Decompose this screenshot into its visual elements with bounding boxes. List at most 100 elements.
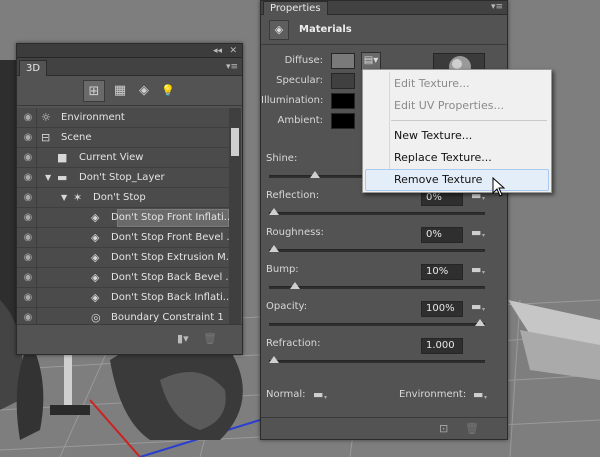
illumination-color-swatch[interactable] (331, 93, 355, 109)
3d-filter-toolbar: ⊞ ▦ ◈ 💡 (17, 76, 242, 106)
tree-row-material[interactable]: ◉ ◈ Don't Stop Back Bevel ... (17, 268, 229, 288)
light-filter-icon[interactable]: 💡 (157, 80, 179, 102)
specular-color-swatch[interactable] (331, 73, 355, 89)
scene-tree: ◉ ☼ Environment ◉ ⊟ Scene ◉ ■ Current Vi… (17, 108, 229, 324)
menu-item-remove-texture[interactable]: Remove Texture (394, 170, 482, 190)
tree-row-scene[interactable]: ◉ ⊟ Scene (17, 128, 229, 148)
trash-icon[interactable]: 🗑 (203, 332, 217, 345)
tree-row-label: Don't Stop Back Bevel ... (111, 272, 229, 283)
roughness-texture-folder-icon[interactable]: ▬ (471, 226, 486, 239)
tree-row-label: Don't Stop Extrusion M... (111, 252, 229, 263)
tree-row-material-selected[interactable]: ◉ ◈ Don't Stop Front Inflati... (17, 208, 229, 228)
visibility-eye-icon[interactable]: ◉ (21, 228, 35, 248)
material-icon[interactable]: ◈ (269, 20, 289, 40)
reflection-slider-thumb[interactable] (269, 208, 279, 215)
new-item-icon[interactable]: ▮▾ (177, 332, 189, 345)
properties-tabbar: Properties ▾≡ (261, 1, 507, 15)
tree-row-environment[interactable]: ◉ ☼ Environment (17, 108, 229, 128)
scene-icon: ⊟ (41, 131, 51, 144)
menu-item-edit-texture[interactable]: Edit Texture... (394, 74, 470, 94)
material-icon: ◈ (91, 211, 100, 224)
normal-label: Normal: (266, 389, 306, 400)
tree-row-material[interactable]: ◉ ◈ Don't Stop Back Inflati... (17, 288, 229, 308)
ambient-color-swatch[interactable] (331, 113, 355, 129)
visibility-eye-icon[interactable]: ◉ (21, 128, 35, 148)
visibility-eye-icon[interactable]: ◉ (21, 308, 35, 324)
visibility-eye-icon[interactable]: ◉ (21, 288, 35, 308)
tree-row-material[interactable]: ◉ ◈ Don't Stop Extrusion M... (17, 248, 229, 268)
expand-arrow-icon[interactable]: ▼ (45, 168, 51, 188)
tab-properties[interactable]: Properties (263, 1, 328, 15)
3d-panel-tabbar: 3D ▾≡ (17, 58, 242, 76)
collapse-panel-icon[interactable]: ◂◂ (213, 45, 222, 57)
environment-icon: ☼ (41, 111, 51, 124)
tree-row-label: Scene (61, 132, 92, 143)
tree-row-label: Don't Stop_Layer (79, 172, 165, 183)
refraction-slider[interactable] (269, 356, 485, 363)
ambient-label: Ambient: (277, 115, 324, 126)
visibility-eye-icon[interactable]: ◉ (21, 168, 35, 188)
close-panel-icon[interactable]: ✕ (229, 45, 237, 57)
camera-icon: ■ (57, 151, 68, 164)
bump-slider[interactable] (269, 282, 485, 289)
tree-row-current-view[interactable]: ◉ ■ Current View (17, 148, 229, 168)
tree-row-material[interactable]: ◉ ◈ Don't Stop Front Bevel ... (17, 228, 229, 248)
menu-item-edit-uv-properties[interactable]: Edit UV Properties... (394, 96, 504, 116)
menu-item-new-texture[interactable]: New Texture... (394, 126, 472, 146)
roughness-slider-thumb[interactable] (269, 245, 279, 252)
roughness-slider[interactable] (269, 245, 485, 252)
bump-label: Bump: (266, 264, 299, 275)
mesh-filter-icon[interactable]: ▦ (109, 80, 131, 102)
diffuse-texture-button[interactable]: ▤▾ (361, 52, 381, 70)
tree-row-mesh[interactable]: ◉ ▼ ✶ Don't Stop (17, 188, 229, 208)
expand-arrow-icon[interactable]: ▼ (61, 188, 67, 208)
tree-scrollbar[interactable] (229, 108, 241, 324)
constraint-icon: ◎ (91, 311, 101, 324)
opacity-slider[interactable] (269, 319, 485, 326)
bump-slider-thumb[interactable] (290, 282, 300, 289)
panel-menu-icon[interactable]: ▾≡ (226, 62, 238, 72)
diffuse-color-swatch[interactable] (331, 53, 355, 69)
environment-texture-folder-icon[interactable]: ▬ (473, 388, 488, 401)
bump-field[interactable]: 10% (421, 264, 463, 280)
visibility-eye-icon[interactable]: ◉ (21, 108, 35, 128)
normal-texture-folder-icon[interactable]: ▬ (313, 388, 328, 401)
shine-slider-thumb[interactable] (310, 171, 320, 178)
refraction-slider-thumb[interactable] (269, 356, 279, 363)
visibility-eye-icon[interactable]: ◉ (21, 188, 35, 208)
trash-icon[interactable]: 🗑 (465, 422, 479, 435)
scene-filter-icon[interactable]: ⊞ (83, 80, 105, 102)
scrollbar-thumb[interactable] (231, 128, 239, 156)
opacity-label: Opacity: (266, 301, 308, 312)
diffuse-label: Diffuse: (284, 55, 323, 66)
opacity-slider-thumb[interactable] (475, 319, 485, 326)
tree-row-label: Don't Stop (93, 192, 146, 203)
render-icon[interactable]: ⊡ (439, 422, 448, 435)
visibility-eye-icon[interactable]: ◉ (21, 248, 35, 268)
refraction-label: Refraction: (266, 338, 321, 349)
material-icon: ◈ (91, 251, 100, 264)
roughness-label: Roughness: (266, 227, 324, 238)
visibility-eye-icon[interactable]: ◉ (21, 268, 35, 288)
menu-item-replace-texture[interactable]: Replace Texture... (394, 148, 492, 168)
visibility-eye-icon[interactable]: ◉ (21, 148, 35, 168)
panel-menu-icon[interactable]: ▾≡ (491, 2, 503, 12)
bump-texture-folder-icon[interactable]: ▬ (471, 263, 486, 276)
tab-3d[interactable]: 3D (19, 60, 48, 76)
3d-panel: ◂◂ ✕ 3D ▾≡ ⊞ ▦ ◈ 💡 ◉ ☼ Environment ◉ ⊟ S… (16, 43, 243, 355)
material-filter-icon[interactable]: ◈ (133, 80, 155, 102)
roughness-field[interactable]: 0% (421, 227, 463, 243)
environment-label: Environment: (399, 389, 467, 400)
opacity-field[interactable]: 100% (421, 301, 463, 317)
mesh-icon: ✶ (73, 191, 83, 204)
reflection-slider[interactable] (269, 208, 485, 215)
properties-footer: ⊡ 🗑 (261, 417, 507, 439)
tree-row-layer[interactable]: ◉ ▼ ▬ Don't Stop_Layer (17, 168, 229, 188)
visibility-eye-icon[interactable]: ◉ (21, 208, 35, 228)
3d-panel-titlebar[interactable]: ◂◂ ✕ (17, 44, 242, 58)
3d-panel-footer: ▮▾ 🗑 (17, 324, 242, 354)
tree-row-constraint[interactable]: ◉ ◎ Boundary Constraint 1 (17, 308, 229, 324)
opacity-texture-folder-icon[interactable]: ▬ (471, 300, 486, 313)
specular-label: Specular: (276, 75, 323, 86)
refraction-field[interactable]: 1.000 (421, 338, 463, 354)
